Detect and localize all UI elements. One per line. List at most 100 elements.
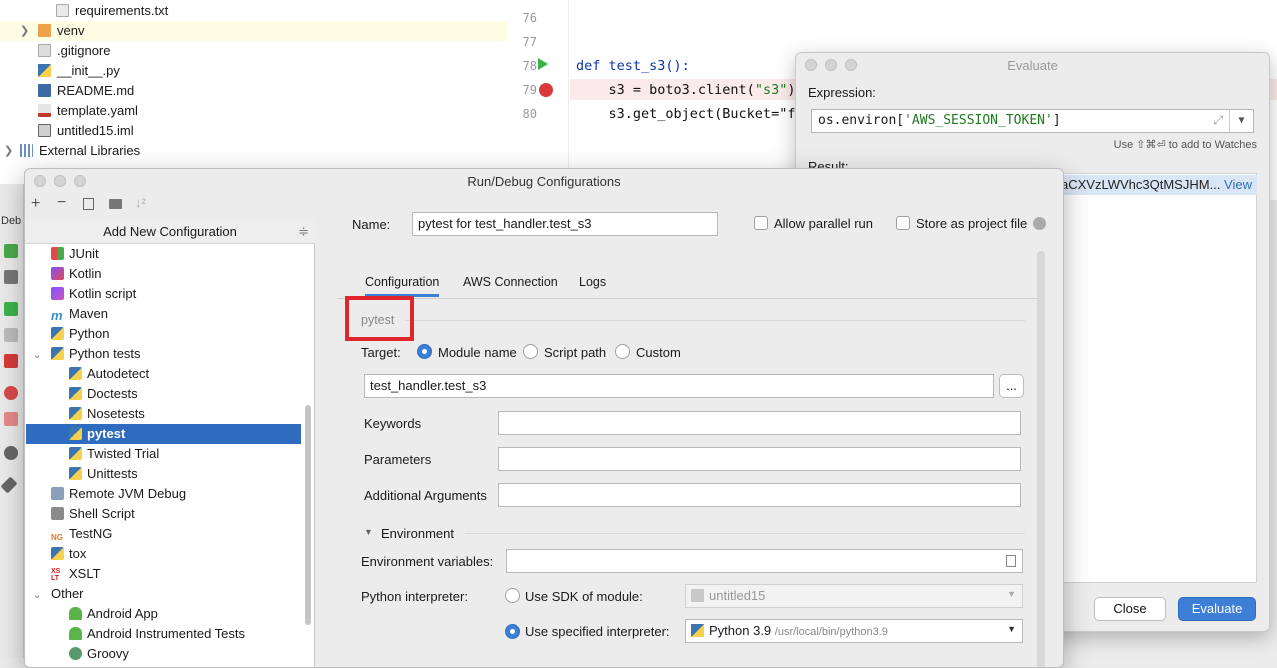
config-type-junit[interactable]: JUnit <box>51 244 99 264</box>
pin-icon[interactable] <box>0 476 18 494</box>
environment-section-label[interactable]: Environment <box>381 526 454 541</box>
config-type-python[interactable]: Python <box>51 324 109 344</box>
mute-breakpoints-icon[interactable] <box>4 412 18 426</box>
collapse-icon[interactable]: ≑ <box>298 220 309 244</box>
tree-item-venv[interactable]: ❯ venv <box>0 21 507 41</box>
debug-tab-label[interactable]: Deb <box>1 215 21 227</box>
config-type-remote-jvm-debug[interactable]: Remote JVM Debug <box>51 484 186 504</box>
view-breakpoints-icon[interactable] <box>4 386 18 400</box>
remove-configuration-icon[interactable]: − <box>57 194 66 212</box>
python-tests-icon <box>69 447 82 460</box>
text-file-icon <box>56 4 69 17</box>
dropdown-arrow-icon[interactable]: ▼ <box>1007 624 1016 634</box>
config-type-autodetect[interactable]: Autodetect <box>69 364 149 384</box>
chevron-down-icon[interactable]: ⌄ <box>33 586 51 606</box>
config-type-doctests[interactable]: Doctests <box>69 384 138 404</box>
tree-item-template[interactable]: template.yaml <box>38 101 138 121</box>
config-label: Remote JVM Debug <box>69 486 187 501</box>
name-label: Name: <box>352 217 391 232</box>
config-type-kotlin-script[interactable]: Kotlin script <box>51 284 136 304</box>
config-type-unittests[interactable]: Unittests <box>69 464 138 484</box>
expand-icon[interactable]: ⤢ <box>1213 113 1223 128</box>
config-group-other[interactable]: ⌄ Other <box>33 584 84 604</box>
close-button[interactable]: Close <box>1094 597 1166 621</box>
add-configuration-icon[interactable]: + <box>31 195 40 213</box>
config-type-kotlin[interactable]: Kotlin <box>51 264 102 284</box>
rerun-icon[interactable] <box>4 244 18 258</box>
browse-button[interactable]: ... <box>999 374 1024 398</box>
expression-input[interactable]: os.environ['AWS_SESSION_TOKEN'] ⤢ ▼ <box>811 109 1254 133</box>
chevron-right-icon[interactable]: ❯ <box>4 141 13 161</box>
tab-logs[interactable]: Logs <box>579 267 606 297</box>
sdk-module-select[interactable]: untitled15 ▼ <box>685 584 1023 608</box>
target-custom-label: Custom <box>636 345 681 360</box>
config-type-twisted-trial[interactable]: Twisted Trial <box>69 444 159 464</box>
name-input[interactable]: pytest for test_handler.test_s3 <box>412 212 718 236</box>
view-link[interactable]: View <box>1224 177 1252 192</box>
config-type-groovy[interactable]: Groovy <box>69 644 129 664</box>
parameters-input[interactable] <box>498 447 1021 471</box>
copy-configuration-icon[interactable] <box>83 198 94 210</box>
settings-icon[interactable] <box>4 446 18 460</box>
chevron-down-icon[interactable]: ⌄ <box>33 346 51 366</box>
config-type-xslt[interactable]: XS LT XSLT <box>51 564 101 584</box>
junit-icon <box>51 247 64 260</box>
wrench-icon[interactable] <box>4 270 18 284</box>
env-vars-input[interactable] <box>506 549 1023 573</box>
dropdown-arrow-icon[interactable]: ▼ <box>1007 589 1016 599</box>
config-type-tox[interactable]: tox <box>51 544 86 564</box>
history-dropdown-icon[interactable]: ▼ <box>1229 110 1253 132</box>
sort-icon[interactable]: ↓² <box>135 195 146 210</box>
scrollbar[interactable] <box>305 405 311 625</box>
config-type-maven[interactable]: m Maven <box>51 304 108 324</box>
pause-icon[interactable] <box>4 328 18 342</box>
config-type-android-app[interactable]: Android App <box>69 604 158 624</box>
keywords-input[interactable] <box>498 411 1021 435</box>
config-type-pytest[interactable]: pytest <box>69 424 125 444</box>
use-specified-interpreter-radio[interactable] <box>505 624 520 639</box>
config-type-shell-script[interactable]: Shell Script <box>51 504 135 524</box>
chevron-right-icon[interactable]: ❯ <box>20 21 29 41</box>
breakpoint-icon[interactable] <box>539 83 553 97</box>
keyword-def: def <box>576 58 601 74</box>
interpreter-select[interactable]: Python 3.9 /usr/local/bin/python3.9 ▼ <box>685 619 1023 643</box>
allow-parallel-checkbox[interactable] <box>754 216 768 230</box>
chevron-down-icon[interactable]: ▼ <box>364 527 373 537</box>
line-number: 78 <box>522 59 537 73</box>
use-sdk-radio[interactable] <box>505 588 520 603</box>
target-module-name-radio[interactable] <box>417 344 432 359</box>
target-custom-radio[interactable] <box>615 344 630 359</box>
line-number: 76 <box>522 11 537 25</box>
tab-configuration[interactable]: Configuration <box>365 267 440 297</box>
tree-item-iml[interactable]: untitled15.iml <box>38 121 134 141</box>
tree-item-requirements[interactable]: requirements.txt <box>56 1 168 21</box>
config-type-nosetests[interactable]: Nosetests <box>69 404 145 424</box>
expression-text: os.environ[ <box>818 113 905 128</box>
tree-item-readme[interactable]: README.md <box>38 81 134 101</box>
result-value-row[interactable]: aCXVzLWVhc3QtMSJHM... View <box>1061 175 1257 195</box>
debug-tool-strip: Deb <box>0 184 24 658</box>
tree-item-gitignore[interactable]: .gitignore <box>38 41 110 61</box>
new-folder-icon[interactable] <box>109 199 122 209</box>
markdown-file-icon <box>38 84 51 97</box>
xslt-icon: XS LT <box>51 568 61 582</box>
config-label: Groovy <box>87 646 129 661</box>
run-gutter-icon[interactable] <box>538 58 548 70</box>
evaluate-button[interactable]: Evaluate <box>1178 597 1256 621</box>
additional-arguments-input[interactable] <box>498 483 1021 507</box>
stop-icon[interactable] <box>4 354 18 368</box>
python-interpreter-label: Python interpreter: <box>361 589 468 604</box>
edit-env-icon[interactable] <box>1006 555 1016 567</box>
config-type-python-tests[interactable]: ⌄ Python tests <box>33 344 141 364</box>
target-input[interactable]: test_handler.test_s3 <box>364 374 994 398</box>
tab-aws-connection[interactable]: AWS Connection <box>463 267 558 297</box>
config-type-android-instrumented-tests[interactable]: Android Instrumented Tests <box>69 624 245 644</box>
store-as-project-checkbox[interactable] <box>896 216 910 230</box>
shell-script-icon <box>51 507 64 520</box>
panel-scrollbar[interactable] <box>1037 251 1045 667</box>
tree-item-init[interactable]: __init__.py <box>38 61 120 81</box>
target-script-path-radio[interactable] <box>523 344 538 359</box>
resume-icon[interactable] <box>4 302 18 316</box>
gear-icon[interactable] <box>1033 217 1046 230</box>
config-type-testng[interactable]: NG TestNG <box>51 524 112 544</box>
